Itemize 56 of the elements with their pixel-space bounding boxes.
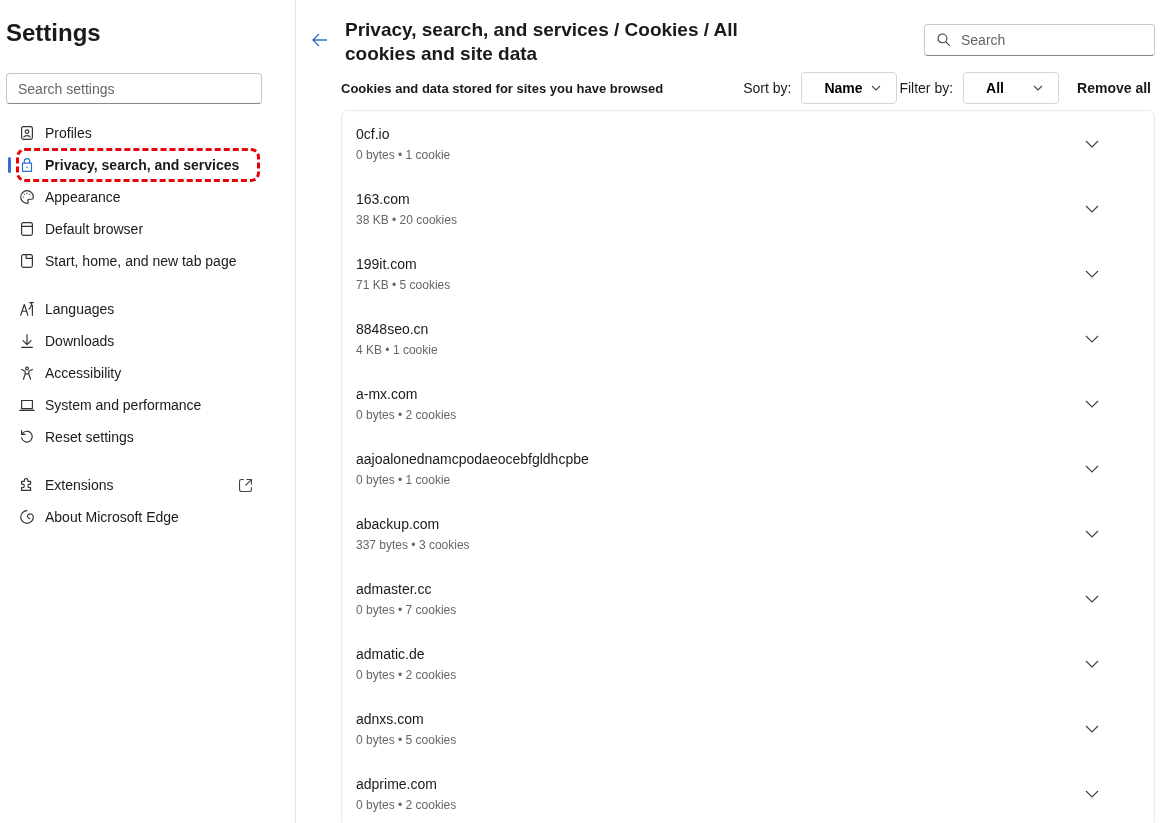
site-details: 4 KB • 1 cookie <box>356 342 439 357</box>
nav-item[interactable]: Profiles <box>6 117 260 149</box>
nav-icon <box>18 428 36 446</box>
nav-item[interactable]: Downloads <box>6 325 260 357</box>
nav-icon <box>18 188 36 206</box>
nav-icon <box>18 220 36 238</box>
nav-item[interactable]: Default browser <box>6 213 260 245</box>
site-name: admaster.cc <box>356 580 433 597</box>
nav-item[interactable]: Start, home, and new tab page <box>6 245 260 277</box>
page-title: Privacy, search, and services / Cookies / All cookies and site data <box>345 18 739 66</box>
site-details: 0 bytes • 2 cookies <box>356 407 458 422</box>
nav-icon <box>18 300 36 318</box>
nav-item[interactable]: System and performance <box>6 389 260 421</box>
nav-icon <box>18 124 36 142</box>
site-name: admatic.de <box>356 645 426 662</box>
site-name: adprime.com <box>356 775 438 792</box>
section-subtitle: Cookies and data stored for sites you have browsed <box>341 80 665 96</box>
nav-item[interactable]: Languages <box>6 293 260 325</box>
sort-dropdown[interactable]: Name <box>801 72 898 104</box>
site-details: 38 KB • 20 cookies <box>356 212 458 227</box>
nav-icon <box>18 252 36 270</box>
selection-indicator <box>8 157 11 173</box>
site-name: 163.com <box>356 190 411 207</box>
nav-item[interactable]: Privacy, search, and services <box>6 149 260 181</box>
external-link-icon <box>237 476 254 494</box>
nav-item[interactable]: Reset settings <box>6 421 260 453</box>
site-name: 199it.com <box>356 255 418 272</box>
site-name: adnxs.com <box>356 710 425 727</box>
nav-item[interactable]: Extensions <box>6 469 260 501</box>
site-details: 0 bytes • 5 cookies <box>356 732 458 747</box>
nav-item[interactable]: Appearance <box>6 181 260 213</box>
nav-icon <box>18 508 36 526</box>
filter-label: Filter by: <box>899 80 954 96</box>
site-name: abackup.com <box>356 515 441 532</box>
site-name: 0cf.io <box>356 125 391 142</box>
nav-icon <box>18 364 36 382</box>
search-field[interactable]: Search <box>924 24 1155 56</box>
site-name: aajoalonednamcpodaeocebfgldhcpbe <box>356 450 590 467</box>
search-settings-field[interactable]: Search settings <box>6 73 262 104</box>
remove-all-button[interactable]: Remove all <box>1073 80 1155 96</box>
site-details: 0 bytes • 2 cookies <box>356 797 458 812</box>
search-icon <box>936 32 952 48</box>
nav-item[interactable]: Accessibility <box>6 357 260 389</box>
sort-label: Sort by: <box>743 80 792 96</box>
site-details: 0 bytes • 2 cookies <box>356 667 458 682</box>
site-details: 0 bytes • 7 cookies <box>356 602 458 617</box>
site-details: 0 bytes • 1 cookie <box>356 147 452 162</box>
site-details: 71 KB • 5 cookies <box>356 277 452 292</box>
site-name: 8848seo.cn <box>356 320 430 337</box>
site-details: 0 bytes • 1 cookie <box>356 472 452 487</box>
site-details: 337 bytes • 3 cookies <box>356 537 471 552</box>
settings-title: Settings <box>6 19 102 47</box>
nav-item[interactable]: About Microsoft Edge <box>6 501 260 533</box>
filter-dropdown[interactable]: All <box>963 72 1060 104</box>
site-name: a-mx.com <box>356 385 419 402</box>
nav-icon <box>18 332 36 350</box>
